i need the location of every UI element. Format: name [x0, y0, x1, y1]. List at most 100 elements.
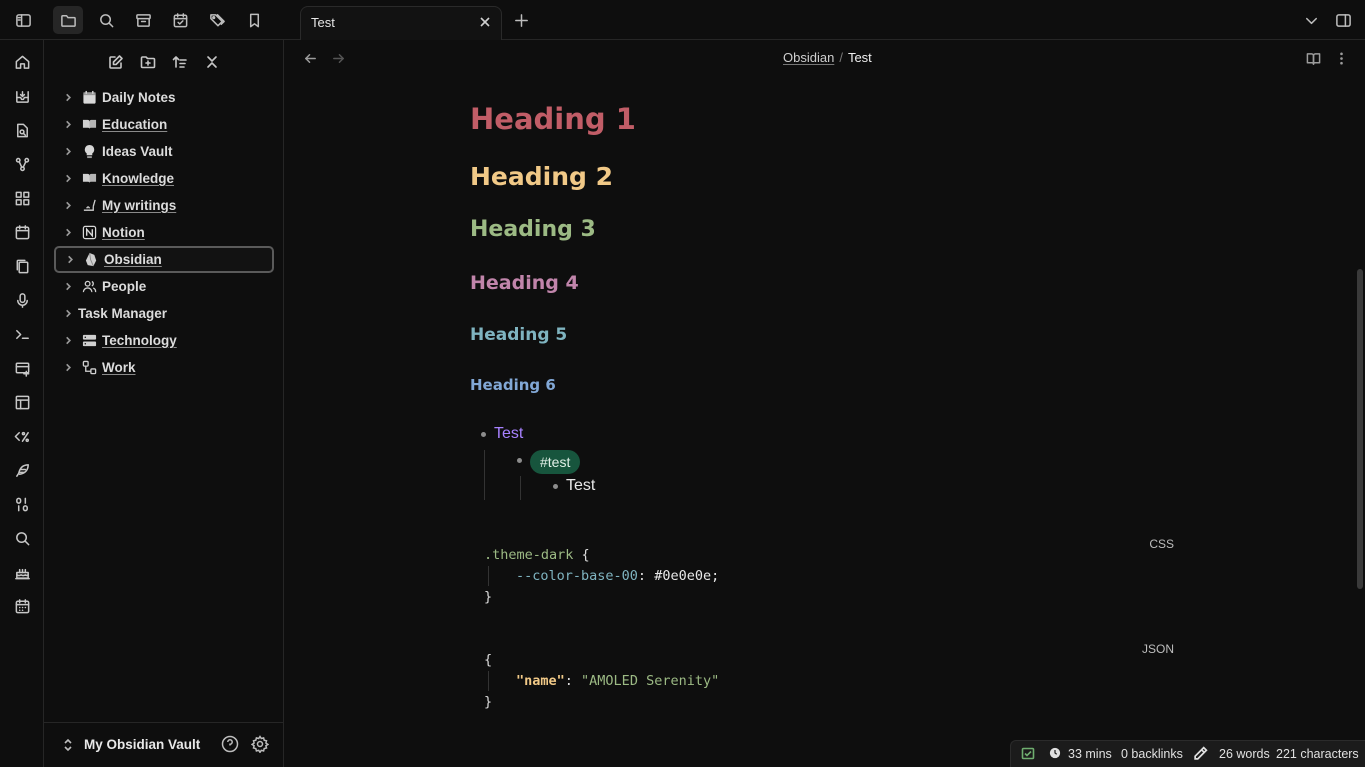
folder-people[interactable]: People [54, 273, 274, 300]
tags-icon[interactable] [202, 6, 232, 34]
reading-time: 33 mins [1068, 747, 1112, 761]
templater-percent-icon[interactable] [8, 422, 36, 450]
folder-technology[interactable]: Technology [54, 327, 274, 354]
breadcrumb-separator: / [839, 50, 843, 65]
help-icon[interactable] [221, 735, 241, 755]
json-colon: : [564, 673, 582, 689]
folder-work[interactable]: Work [54, 354, 274, 381]
bookmark-icon[interactable] [239, 6, 269, 34]
chevron-right-icon[interactable] [60, 354, 76, 381]
toggle-right-sidebar-icon[interactable] [1328, 6, 1358, 34]
list-bullet[interactable] [481, 432, 486, 437]
heading-1: Heading 1 [470, 102, 636, 136]
copy-files-icon[interactable] [8, 252, 36, 280]
indent-guide [520, 476, 521, 500]
css-value: #0e0e0e; [654, 568, 720, 584]
obsidian-icon [82, 251, 100, 269]
chevron-right-icon[interactable] [60, 192, 76, 219]
pencil-edit-icon[interactable] [1193, 746, 1208, 764]
list-bullet[interactable] [553, 484, 558, 489]
sync-check-icon[interactable] [1021, 746, 1035, 763]
folder-label: Ideas Vault [102, 144, 173, 159]
canvas-blocks-icon[interactable] [8, 184, 36, 212]
book-open-icon [80, 116, 98, 134]
archive-icon[interactable] [128, 6, 158, 34]
forward-arrow-icon[interactable] [327, 48, 349, 68]
inbox-download-icon[interactable] [8, 82, 36, 110]
code-block-css[interactable]: CSS .theme-dark { --color-base-00: #0e0e… [484, 537, 1174, 610]
folder-knowledge[interactable]: Knowledge [54, 165, 274, 192]
css-colon: : [637, 568, 655, 584]
chevron-right-icon[interactable] [60, 219, 76, 246]
toggle-left-sidebar-icon[interactable] [8, 6, 38, 34]
clock-icon [1049, 747, 1061, 762]
chevron-right-icon[interactable] [60, 138, 76, 165]
css-selector: .theme-dark [484, 547, 574, 563]
more-options-icon[interactable] [1330, 48, 1352, 68]
file-search-icon[interactable] [8, 116, 36, 144]
folder-notion[interactable]: Notion [54, 219, 274, 246]
feather-pen-icon[interactable] [8, 456, 36, 484]
backlinks-count[interactable]: 0 backlinks [1121, 747, 1183, 761]
birthday-cake-icon[interactable] [8, 558, 36, 586]
folder-task-manager[interactable]: Task Manager [54, 300, 274, 327]
daily-note-calendar-icon[interactable] [8, 218, 36, 246]
home-icon[interactable] [8, 48, 36, 76]
folder-my-writings[interactable]: My writings [54, 192, 274, 219]
breadcrumb-current[interactable]: Test [848, 50, 872, 65]
obsidian-app: Test Daily Notes Education Ideas Vault K… [0, 0, 1365, 767]
chevron-right-icon[interactable] [60, 111, 76, 138]
chevron-right-icon[interactable] [60, 165, 76, 192]
new-note-icon[interactable] [104, 50, 128, 74]
word-count: 26 words [1219, 747, 1270, 761]
settings-gear-icon[interactable] [250, 735, 271, 755]
graph-view-icon[interactable] [8, 150, 36, 178]
chevron-right-icon[interactable] [62, 246, 78, 273]
terminal-icon[interactable] [8, 320, 36, 348]
sort-order-icon[interactable] [168, 50, 192, 74]
folder-obsidian[interactable]: Obsidian [54, 246, 274, 273]
json-close-brace: } [484, 694, 493, 710]
code-language-label: JSON [1141, 642, 1174, 656]
folder-label: Work [102, 360, 136, 375]
vault-name[interactable]: My Obsidian Vault [84, 737, 200, 752]
css-open-brace: { [573, 547, 590, 563]
list-item-link[interactable]: Test [494, 425, 523, 443]
calendar-grid-icon[interactable] [8, 592, 36, 620]
vault-switch-chevrons-icon[interactable] [62, 737, 74, 753]
microphone-icon[interactable] [8, 286, 36, 314]
code-block-json[interactable]: JSON { "name": "AMOLED Serenity" } [484, 642, 1174, 715]
close-tab-icon[interactable] [477, 14, 493, 30]
folder-daily-notes[interactable]: Daily Notes [54, 84, 274, 111]
breadcrumb-parent[interactable]: Obsidian [783, 50, 834, 65]
chevron-right-icon[interactable] [60, 84, 76, 111]
new-tab-plus-icon[interactable] [506, 6, 536, 34]
calendar-check-icon[interactable] [165, 6, 195, 34]
file-explorer: Daily Notes Education Ideas Vault Knowledge… [44, 40, 284, 767]
chevron-right-icon[interactable] [60, 327, 76, 354]
search-tab-icon[interactable] [91, 6, 121, 34]
new-folder-icon[interactable] [136, 50, 160, 74]
editor-scrollbar[interactable] [1357, 269, 1363, 589]
tab-title: Test [311, 15, 335, 30]
folder-ideas-vault[interactable]: Ideas Vault [54, 138, 274, 165]
chevron-right-icon[interactable] [60, 273, 76, 300]
folder-label: People [102, 279, 147, 294]
file-explorer-actions [44, 50, 284, 74]
list-bullet[interactable] [517, 458, 522, 463]
layout-template-icon[interactable] [8, 388, 36, 416]
binary-numbers-icon[interactable] [8, 490, 36, 518]
vault-switcher[interactable]: My Obsidian Vault [44, 722, 284, 767]
tab-test[interactable]: Test [300, 6, 502, 40]
tag-pill[interactable]: #test [530, 450, 581, 474]
folder-education[interactable]: Education [54, 111, 274, 138]
add-table-icon[interactable] [8, 354, 36, 382]
back-arrow-icon[interactable] [299, 48, 321, 68]
reading-view-book-icon[interactable] [1302, 48, 1324, 68]
files-tab-folder-icon[interactable] [53, 6, 83, 34]
search-ribbon-icon[interactable] [8, 524, 36, 552]
collapse-all-icon[interactable] [200, 50, 224, 74]
chevron-right-icon[interactable] [60, 300, 76, 327]
tab-list-chevron-down-icon[interactable] [1296, 6, 1326, 34]
lightbulb-icon [80, 143, 98, 161]
